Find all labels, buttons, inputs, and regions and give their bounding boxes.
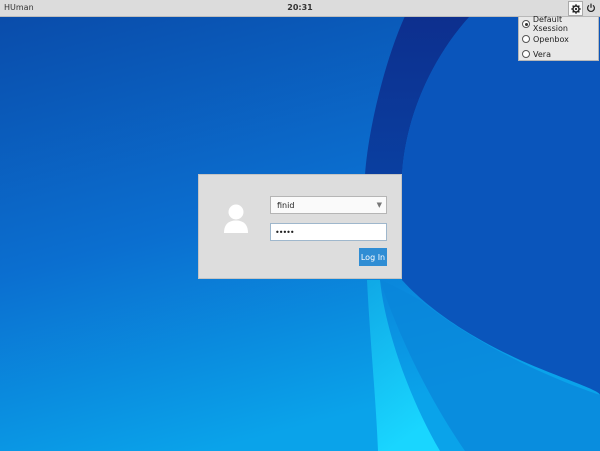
top-panel: HUman 20:31 [0, 0, 600, 17]
radio-unselected-icon [522, 50, 530, 58]
session-settings-button[interactable] [568, 1, 583, 16]
session-item-openbox[interactable]: Openbox [522, 33, 569, 45]
user-avatar-icon [224, 204, 248, 233]
session-menu: Default Xsession Openbox Vera [518, 15, 599, 61]
session-item-label: Vera [533, 49, 551, 59]
session-item-label: Openbox [533, 34, 569, 44]
username-value: finid [277, 201, 295, 210]
power-icon [587, 3, 595, 13]
session-item-default-xsession[interactable]: Default Xsession [522, 15, 598, 33]
radio-unselected-icon [522, 35, 530, 43]
password-field[interactable] [270, 223, 387, 241]
username-select[interactable]: finid ▼ [270, 196, 387, 214]
chevron-down-icon: ▼ [376, 201, 382, 209]
login-button[interactable]: Log In [359, 248, 387, 266]
power-button[interactable] [584, 1, 598, 15]
login-dialog: finid ▼ Log In [198, 174, 402, 279]
radio-selected-icon [522, 20, 530, 28]
session-item-label: Default Xsession [532, 15, 568, 33]
gear-icon [570, 3, 581, 14]
clock: 20:31 [287, 3, 313, 12]
session-item-vera[interactable]: Vera [522, 48, 551, 60]
